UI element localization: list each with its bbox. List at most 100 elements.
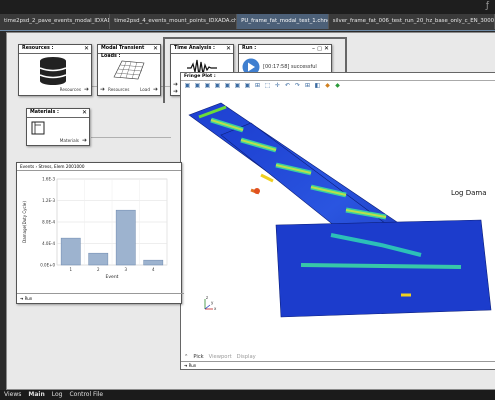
tab-label: time2psd_2_pave_events_modal_IDXADA.chno… bbox=[4, 18, 109, 24]
modal-transient-loads-node[interactable]: Modal Transient Loads : ✕ ➜ Resources Lo… bbox=[97, 44, 161, 96]
node-title: Resources : bbox=[22, 46, 54, 51]
run-arrow-icon[interactable]: ➜ bbox=[184, 363, 187, 368]
y-tick-label: 1.6E-3 bbox=[42, 177, 55, 182]
port-label: Materials bbox=[59, 138, 79, 143]
database-icon bbox=[39, 57, 67, 85]
fringe-plot-title: Fringe Plot : bbox=[181, 73, 495, 81]
node-header: Materials : ✕ bbox=[27, 109, 89, 118]
axis-label: y bbox=[211, 300, 214, 305]
close-icon[interactable]: ✕ bbox=[324, 45, 329, 53]
node-header: Run : – □ ✕ bbox=[239, 45, 331, 54]
plot-toolbar: ▣ ▣ ▣ ▣ ▣ ▣ ▣ ⊞ ⬚ ✛ ↶ ↷ ⊞ ◧ ◆ ◆ bbox=[181, 81, 495, 91]
legend-label: Log Dama bbox=[451, 189, 487, 197]
y-tick-label: 1.2E-3 bbox=[42, 198, 55, 203]
view-top-icon[interactable]: ▣ bbox=[223, 81, 232, 90]
chassis-frame bbox=[188, 102, 492, 318]
y-tick-label: 4.0E-4 bbox=[42, 241, 55, 246]
minimize-icon[interactable]: – bbox=[312, 45, 315, 53]
axis-label: z bbox=[206, 295, 208, 300]
node-title: Time Analysis : bbox=[174, 46, 215, 51]
mesh-icon bbox=[113, 60, 145, 80]
port-label: Resources bbox=[108, 87, 130, 92]
plot-footer: ⌃ Pick Viewport Display bbox=[181, 353, 495, 361]
run-label: Run bbox=[24, 296, 33, 301]
view-left-icon[interactable]: ▣ bbox=[203, 81, 212, 90]
display-tab[interactable]: Display bbox=[237, 354, 256, 360]
axis-triad: z x y bbox=[204, 295, 217, 311]
input-port-icon[interactable]: ➜ bbox=[173, 81, 178, 88]
tab-pu-frame[interactable]: PU_frame_fat_modal_test_1.chnodel*✕ bbox=[237, 14, 329, 29]
views-tab[interactable]: Views bbox=[4, 390, 21, 400]
close-icon[interactable]: ✕ bbox=[153, 45, 158, 53]
grid-icon[interactable]: ⊞ bbox=[303, 81, 312, 90]
close-icon[interactable]: ✕ bbox=[84, 45, 89, 53]
tab-label: silver_frame_fat_006_test_run_20_hz_base… bbox=[332, 18, 495, 24]
output-port-icon[interactable]: ➜ bbox=[82, 137, 87, 144]
view-front-icon[interactable]: ▣ bbox=[183, 81, 192, 90]
input-port-icon[interactable]: ➜ bbox=[173, 88, 178, 95]
tab-time2psd-4[interactable]: time2psd_4_events_mount_points_IDXADA.ch… bbox=[110, 14, 238, 29]
view-bottom-icon[interactable]: ▣ bbox=[233, 81, 242, 90]
log-tab[interactable]: Log bbox=[52, 390, 63, 400]
damage-bar-chart: 0.0E+0 4.0E-4 8.0E-4 1.2E-3 1.6E-3 1 2 3 4 Event D… bbox=[22, 177, 168, 280]
maximize-icon[interactable]: □ bbox=[317, 45, 322, 53]
main-tab[interactable]: Main bbox=[28, 390, 44, 400]
bar-event-1 bbox=[60, 237, 81, 266]
events-run-bar: ➜ Run bbox=[17, 293, 184, 303]
input-port-icon[interactable]: ➜ bbox=[100, 86, 105, 93]
title-bar: ƒ bbox=[0, 0, 495, 14]
close-icon[interactable]: ✕ bbox=[82, 109, 87, 117]
node-header: Modal Transient Loads : ✕ bbox=[98, 45, 160, 59]
y-tick-label: 8.0E-4 bbox=[42, 220, 55, 225]
x-tick-label: 3 bbox=[124, 267, 127, 272]
node-title: Run : bbox=[242, 46, 257, 51]
node-header: Time Analysis : ✕ bbox=[171, 45, 233, 54]
fringe-plot-window[interactable]: Fringe Plot : ▣ ▣ ▣ ▣ ▣ ▣ ▣ ⊞ ⬚ ✛ ↶ ↷ ⊞ … bbox=[180, 72, 495, 370]
port-label: Resources bbox=[59, 87, 81, 92]
control-file-tab[interactable]: Control File bbox=[69, 390, 103, 400]
run-label: Run bbox=[188, 363, 197, 368]
events-chart-window[interactable]: Events › Stress, Elem 2001000 0.0E+0 4.0E… bbox=[16, 162, 184, 304]
legend-icon[interactable]: ◆ bbox=[323, 81, 332, 90]
x-axis-label: Event bbox=[106, 274, 119, 280]
y-tick-label: 0.0E+0 bbox=[40, 263, 55, 268]
document-tabs: time2psd_2_pave_events_modal_IDXADA.chno… bbox=[0, 14, 495, 31]
connector-wire bbox=[91, 137, 171, 138]
view-back-icon[interactable]: ▣ bbox=[193, 81, 202, 90]
book-icon bbox=[31, 121, 45, 135]
close-icon[interactable]: ✕ bbox=[226, 45, 231, 53]
tab-silver-frame[interactable]: silver_frame_fat_006_test_run_20_hz_base… bbox=[329, 14, 495, 29]
fringe-run-bar: ➜ Run bbox=[181, 361, 495, 369]
node-header: Resources : ✕ bbox=[19, 45, 91, 54]
bar-event-4 bbox=[143, 259, 164, 266]
redo-icon[interactable]: ↷ bbox=[293, 81, 302, 90]
fea-model-view[interactable]: Log Dama z x y bbox=[181, 95, 495, 345]
tab-label: PU_frame_fat_modal_test_1.chnodel* bbox=[241, 18, 328, 24]
node-title: Materials : bbox=[30, 110, 59, 115]
collapse-icon[interactable]: ⌃ bbox=[184, 354, 188, 360]
display-mode-icon[interactable]: ◧ bbox=[313, 81, 322, 90]
view-right-icon[interactable]: ▣ bbox=[213, 81, 222, 90]
x-tick-label: 2 bbox=[97, 267, 100, 272]
x-tick-label: 1 bbox=[69, 267, 72, 272]
bottom-bar: Views Main Log Control File bbox=[0, 390, 495, 400]
axis-label: x bbox=[214, 306, 217, 311]
select-icon[interactable]: ⬚ bbox=[263, 81, 272, 90]
resources-node[interactable]: Resources : ✕ Resources ➜ bbox=[18, 44, 92, 96]
bar-event-2 bbox=[88, 252, 109, 266]
tab-time2psd-2[interactable]: time2psd_2_pave_events_modal_IDXADA.chno… bbox=[0, 14, 111, 29]
events-chart-title: Events › Stress, Elem 2001000 bbox=[17, 163, 181, 171]
x-tick-label: 4 bbox=[152, 267, 155, 272]
run-arrow-icon[interactable]: ➜ bbox=[20, 296, 23, 301]
output-port-icon[interactable]: ➜ bbox=[153, 86, 158, 93]
view-iso-icon[interactable]: ▣ bbox=[243, 81, 252, 90]
viewport-tab[interactable]: Viewport bbox=[209, 354, 232, 360]
undo-icon[interactable]: ↶ bbox=[283, 81, 292, 90]
y-axis-label: Damage(Duty Cycle) bbox=[22, 201, 27, 243]
pick-tab[interactable]: Pick bbox=[193, 354, 203, 360]
output-port-icon[interactable]: ➜ bbox=[84, 86, 89, 93]
fit-icon[interactable]: ⊞ bbox=[253, 81, 262, 90]
materials-node[interactable]: Materials : ✕ Materials ➜ bbox=[26, 108, 90, 146]
colormap-icon[interactable]: ◆ bbox=[333, 81, 342, 90]
zoom-icon[interactable]: ✛ bbox=[273, 81, 282, 90]
